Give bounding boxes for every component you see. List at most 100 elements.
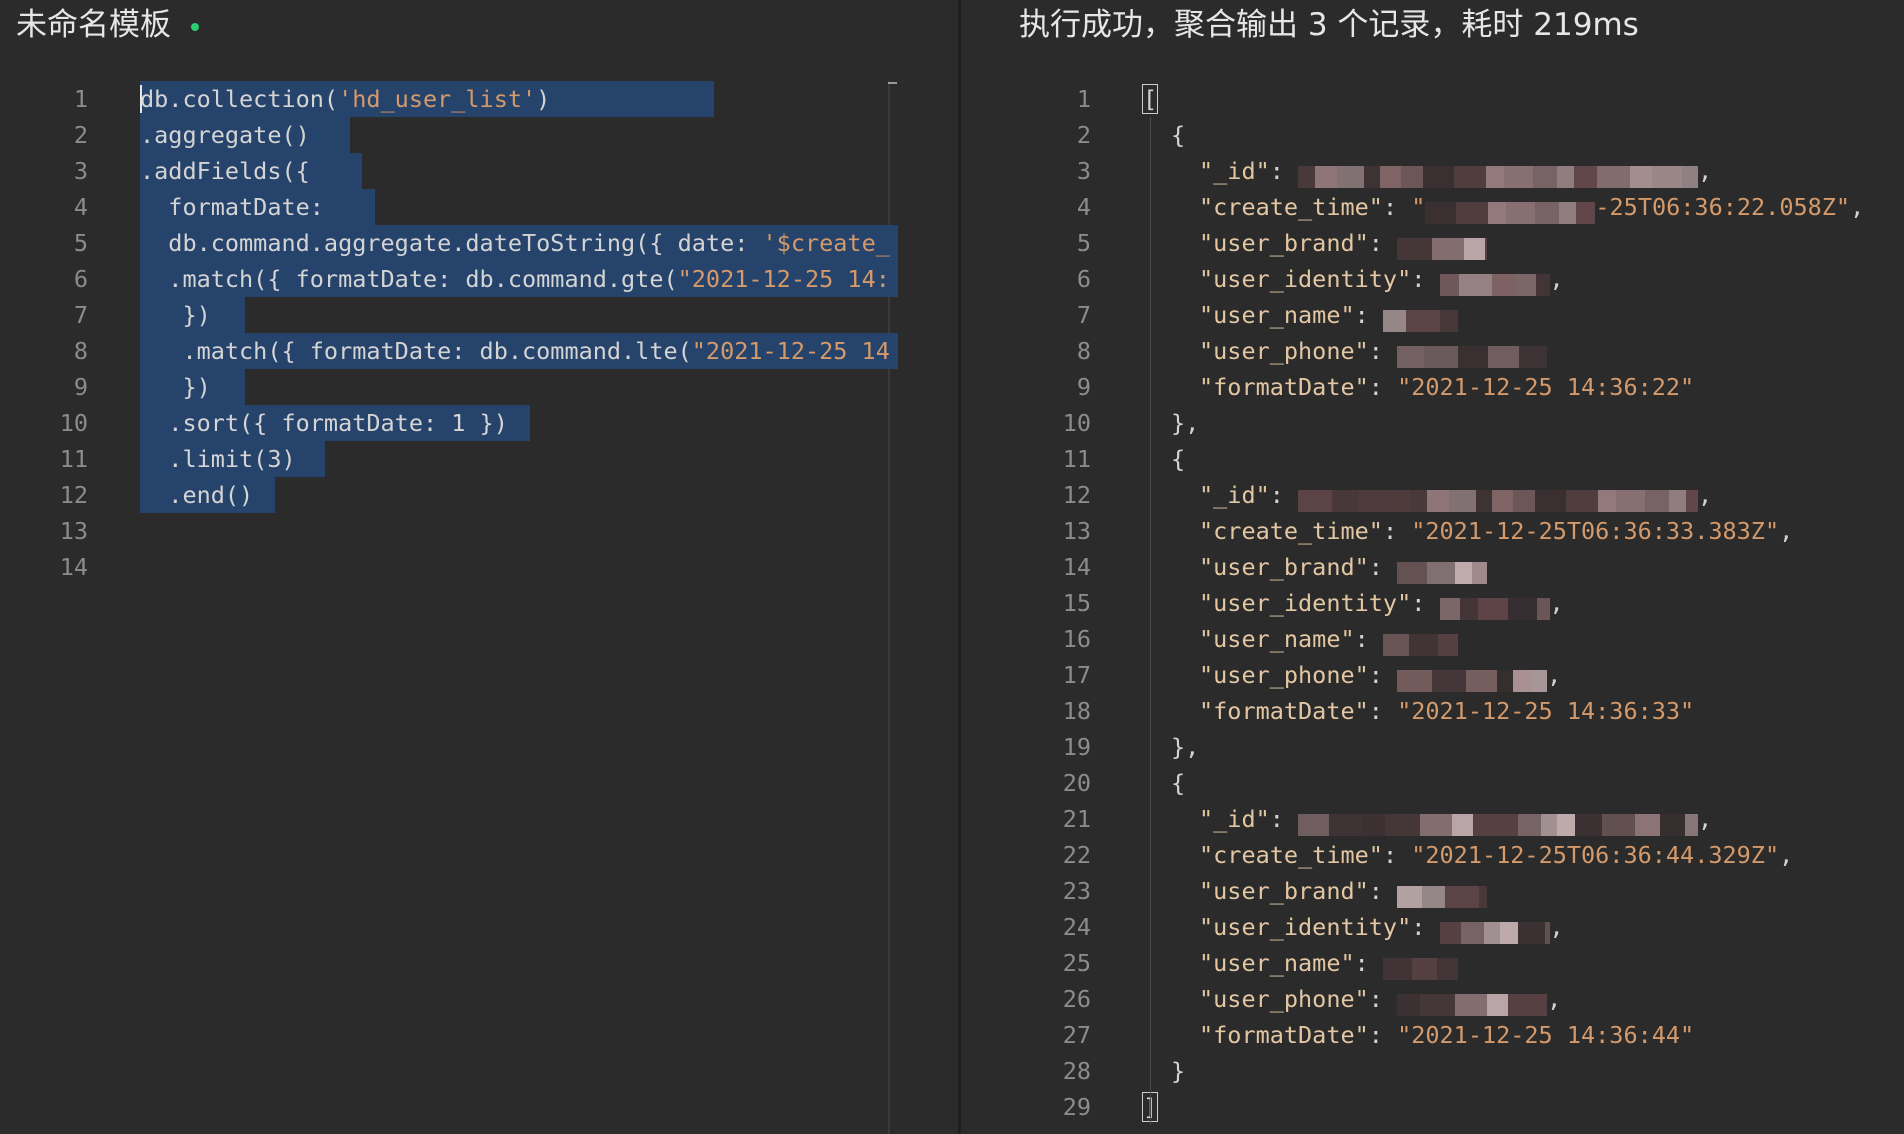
json-line: 7 "user_name": — [961, 297, 1904, 333]
line-number: 13 — [59, 517, 88, 545]
redacted-value — [1382, 954, 1458, 980]
line-number: 5 — [73, 229, 88, 257]
line-number: 4 — [73, 193, 88, 221]
json-line: 24 "user_identity": , — [961, 909, 1904, 945]
redacted-value — [1298, 486, 1699, 512]
json-text[interactable]: "create_time": " -25T06:36:22.058Z", — [1199, 189, 1864, 225]
json-line: 18 "formatDate": "2021-12-25 14:36:33" — [961, 693, 1904, 729]
json-text[interactable]: { — [1171, 765, 1185, 801]
line-number: 1 — [1076, 85, 1091, 113]
json-text[interactable]: { — [1171, 441, 1185, 477]
json-line: 29] — [961, 1089, 1904, 1125]
redacted-value — [1397, 234, 1488, 260]
line-number: 10 — [59, 409, 88, 437]
editor-line: 7 }) — [0, 297, 958, 333]
json-line: 22 "create_time": "2021-12-25T06:36:44.32… — [961, 837, 1904, 873]
json-text[interactable]: "formatDate": "2021-12-25 14:36:22" — [1199, 369, 1694, 405]
editor-line: 14 — [0, 549, 958, 585]
line-number: 21 — [1062, 805, 1091, 833]
line-number: 11 — [1062, 445, 1091, 473]
code-text[interactable]: .end() — [140, 477, 275, 513]
json-line: 25 "user_name": — [961, 945, 1904, 981]
json-text[interactable]: "user_identity": , — [1199, 585, 1564, 621]
json-line: 15 "user_identity": , — [961, 585, 1904, 621]
code-text[interactable]: db.collection('hd_user_list') — [140, 81, 714, 117]
text-cursor — [140, 85, 142, 113]
json-text[interactable]: "user_identity": , — [1199, 909, 1564, 945]
line-number: 14 — [1062, 553, 1091, 581]
json-line: 3 "_id": , — [961, 153, 1904, 189]
code-text[interactable]: }) — [140, 369, 245, 405]
json-text[interactable]: }, — [1171, 405, 1199, 441]
line-number: 29 — [1062, 1093, 1091, 1121]
json-text[interactable]: "user_brand": — [1199, 225, 1488, 261]
line-number: 8 — [1076, 337, 1091, 365]
json-line: 2{ — [961, 117, 1904, 153]
template-title: 未命名模板 — [16, 2, 199, 48]
json-text[interactable]: "user_identity": , — [1199, 261, 1564, 297]
code-text[interactable]: .match({ formatDate: db.command.gte("202… — [140, 261, 898, 297]
saved-status-dot — [191, 22, 199, 31]
query-editor-pane: 未命名模板 1 db.collection('hd_user_list') 2 .ag… — [0, 0, 958, 1134]
code-text[interactable]: .limit(3) — [140, 441, 325, 477]
redacted-value — [1425, 198, 1596, 224]
code-text[interactable]: formatDate: — [140, 189, 375, 225]
editor-line: 5 db.command.aggregate.dateToString({ da… — [0, 225, 958, 261]
json-text[interactable]: "formatDate": "2021-12-25 14:36:44" — [1199, 1017, 1694, 1053]
line-number: 26 — [1062, 985, 1091, 1013]
code-text[interactable]: .match({ formatDate: db.command.lte("202… — [140, 333, 898, 369]
line-number: 6 — [73, 265, 88, 293]
json-text[interactable]: "_id": , — [1199, 801, 1712, 837]
code-text[interactable]: db.command.aggregate.dateToString({ date… — [140, 225, 898, 261]
json-text[interactable]: "user_name": — [1199, 945, 1458, 981]
json-line: 14 "user_brand": — [961, 549, 1904, 585]
editor-line: 10 .sort({ formatDate: 1 }) — [0, 405, 958, 441]
line-number: 17 — [1062, 661, 1091, 689]
redacted-value — [1439, 594, 1550, 620]
result-viewer-pane: 执行成功，聚合输出 3 个记录，耗时 219ms 1[2{3 "_id": , 4 "… — [961, 0, 1904, 1134]
code-text[interactable]: }) — [140, 297, 245, 333]
json-text[interactable]: "create_time": "2021-12-25T06:36:33.383Z… — [1199, 513, 1793, 549]
json-text[interactable]: "user_brand": — [1199, 549, 1488, 585]
json-line: 16 "user_name": — [961, 621, 1904, 657]
json-text[interactable]: "user_phone": — [1199, 333, 1548, 369]
json-line: 11 { — [961, 441, 1904, 477]
line-number: 19 — [1062, 733, 1091, 761]
json-text[interactable]: "formatDate": "2021-12-25 14:36:33" — [1199, 693, 1694, 729]
json-line: 20 { — [961, 765, 1904, 801]
json-line: 4 "create_time": " -25T06:36:22.058Z", — [961, 189, 1904, 225]
json-text[interactable]: "user_name": — [1199, 297, 1458, 333]
code-editor[interactable]: 1 db.collection('hd_user_list') 2 .aggregat… — [0, 81, 958, 585]
redacted-value — [1298, 810, 1699, 836]
line-number: 16 — [1062, 625, 1091, 653]
code-text[interactable]: .sort({ formatDate: 1 }) — [140, 405, 530, 441]
json-line: 13 "create_time": "2021-12-25T06:36:33.38… — [961, 513, 1904, 549]
json-text[interactable]: "user_phone": , — [1199, 657, 1561, 693]
editor-line: 6 .match({ formatDate: db.command.gte("2… — [0, 261, 958, 297]
json-text[interactable]: { — [1171, 117, 1185, 153]
redacted-value — [1439, 918, 1550, 944]
json-text[interactable]: "user_phone": , — [1199, 981, 1561, 1017]
code-text[interactable]: .addFields({ — [140, 153, 362, 189]
json-text[interactable]: } — [1171, 1053, 1185, 1089]
line-number: 14 — [59, 553, 88, 581]
line-number: 27 — [1062, 1021, 1091, 1049]
json-text[interactable]: "user_name": — [1199, 621, 1458, 657]
json-text[interactable]: "user_brand": — [1199, 873, 1488, 909]
json-line: 17 "user_phone": , — [961, 657, 1904, 693]
json-text[interactable]: "create_time": "2021-12-25T06:36:44.329Z… — [1199, 837, 1793, 873]
json-line: 1[ — [961, 81, 1904, 117]
editor-line: 11 .limit(3) — [0, 441, 958, 477]
json-text[interactable]: "_id": , — [1199, 477, 1712, 513]
redacted-value — [1397, 990, 1548, 1016]
json-text[interactable]: "_id": , — [1199, 153, 1712, 189]
line-number: 3 — [73, 157, 88, 185]
redacted-value — [1397, 882, 1488, 908]
result-json-view[interactable]: 1[2{3 "_id": , 4 "create_time": " -25T06:36:… — [961, 81, 1904, 1125]
code-text[interactable]: .aggregate() — [140, 117, 350, 153]
json-text[interactable]: }, — [1171, 729, 1199, 765]
json-line: 9 "formatDate": "2021-12-25 14:36:22" — [961, 369, 1904, 405]
line-number: 3 — [1076, 157, 1091, 185]
json-text[interactable]: [ — [1141, 81, 1159, 117]
editor-line: 9 }) — [0, 369, 958, 405]
